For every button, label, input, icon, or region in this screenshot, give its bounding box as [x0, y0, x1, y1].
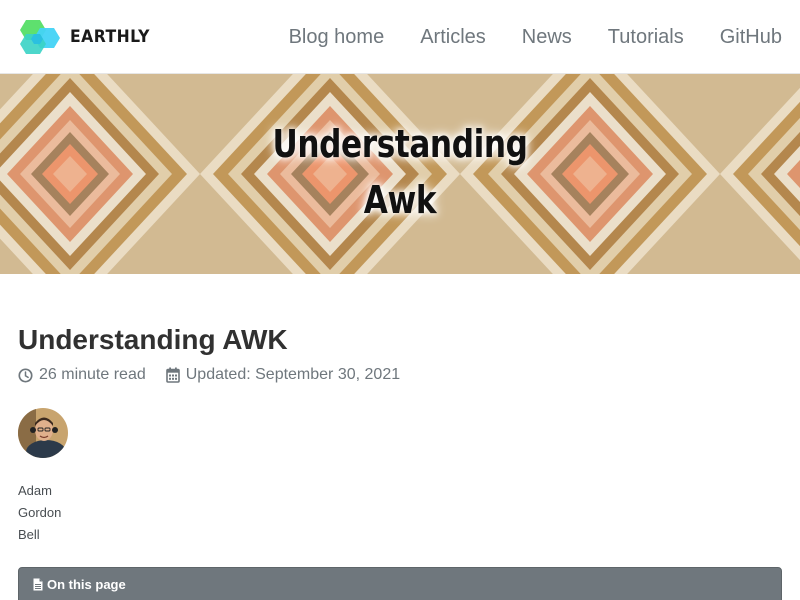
updated-text: Updated: September 30, 2021: [185, 366, 401, 383]
author-name-line: Gordon: [18, 505, 62, 520]
masthead: EARTHLY Blog home Articles News Tutorial…: [0, 0, 800, 74]
author-name-line: Bell: [18, 527, 40, 542]
article-meta: 26 minute read Updated: September 30, 20…: [18, 365, 400, 385]
earthly-logo[interactable]: EARTHLY: [18, 18, 157, 56]
updated-date: Updated: September 30, 2021: [165, 366, 401, 384]
nav-tutorials[interactable]: Tutorials: [608, 26, 684, 49]
nav-news[interactable]: News: [522, 26, 572, 49]
file-icon: [33, 578, 43, 591]
hero-banner: Understanding Awk: [0, 74, 800, 274]
logo-text: EARTHLY: [70, 27, 150, 47]
nav-articles[interactable]: Articles: [420, 26, 486, 49]
page-title: Understanding AWK: [18, 324, 288, 355]
toc-header[interactable]: On this page: [33, 577, 126, 592]
read-time: 26 minute read: [18, 366, 146, 384]
read-time-text: 26 minute read: [39, 366, 146, 383]
toc-panel: On this page: [18, 567, 782, 600]
toc-header-text: On this page: [47, 577, 126, 592]
nav-blog-home[interactable]: Blog home: [289, 26, 385, 49]
author-name-line: Adam: [18, 483, 52, 498]
main-nav: Blog home Articles News Tutorials GitHub: [253, 0, 782, 74]
earthly-logo-icon: [20, 20, 60, 54]
author-avatar[interactable]: [18, 408, 68, 458]
clock-icon: [18, 367, 33, 383]
hero-pattern: [0, 74, 800, 274]
hero-title-line1: Understanding: [272, 122, 528, 166]
nav-github[interactable]: GitHub: [720, 26, 782, 49]
calendar-icon: [165, 367, 180, 383]
author-name[interactable]: Adam Gordon Bell: [18, 480, 61, 546]
hero-title-line2: Awk: [363, 178, 437, 222]
author-photo: [18, 408, 68, 458]
